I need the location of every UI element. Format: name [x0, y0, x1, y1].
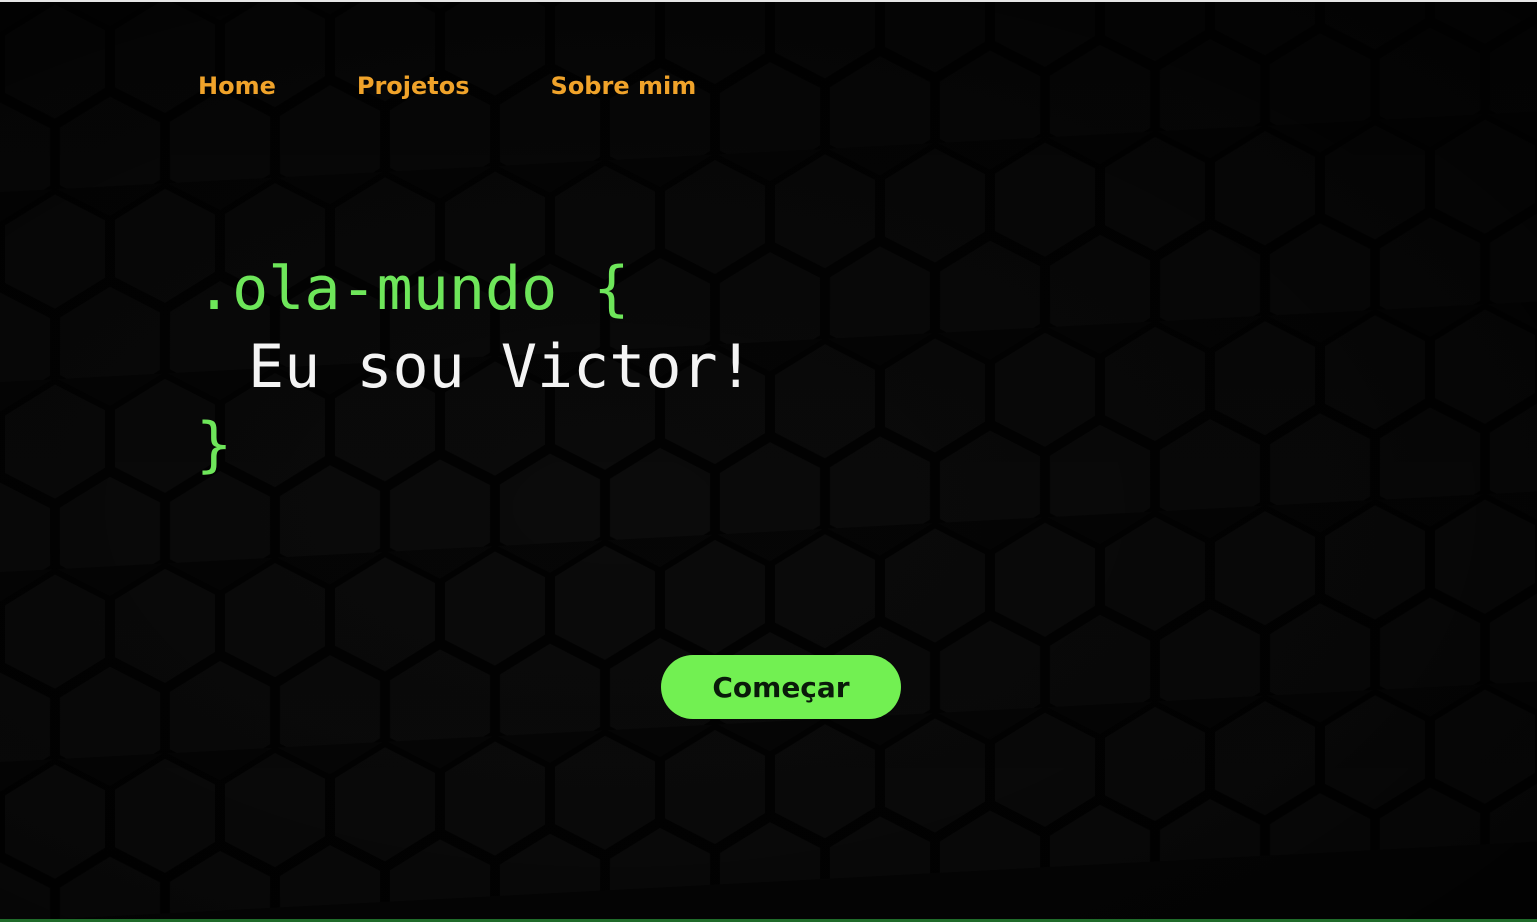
code-open-brace: {: [593, 254, 630, 324]
hero-greeting-text: Eu sou Victor!: [248, 332, 754, 402]
nav-link-sobre-mim[interactable]: Sobre mim: [551, 72, 697, 100]
start-button[interactable]: Começar: [661, 655, 901, 719]
nav-link-projetos[interactable]: Projetos: [357, 72, 470, 100]
nav-link-home[interactable]: Home: [198, 72, 276, 100]
landing-page: Home Projetos Sobre mim .ola-mundo { Eu …: [0, 0, 1537, 922]
code-selector: .ola-mundo: [196, 254, 558, 324]
hero-code-greeting: .ola-mundo { Eu sou Victor!}: [196, 250, 754, 484]
code-close-brace: }: [196, 410, 233, 480]
top-navigation: Home Projetos Sobre mim: [198, 70, 696, 102]
